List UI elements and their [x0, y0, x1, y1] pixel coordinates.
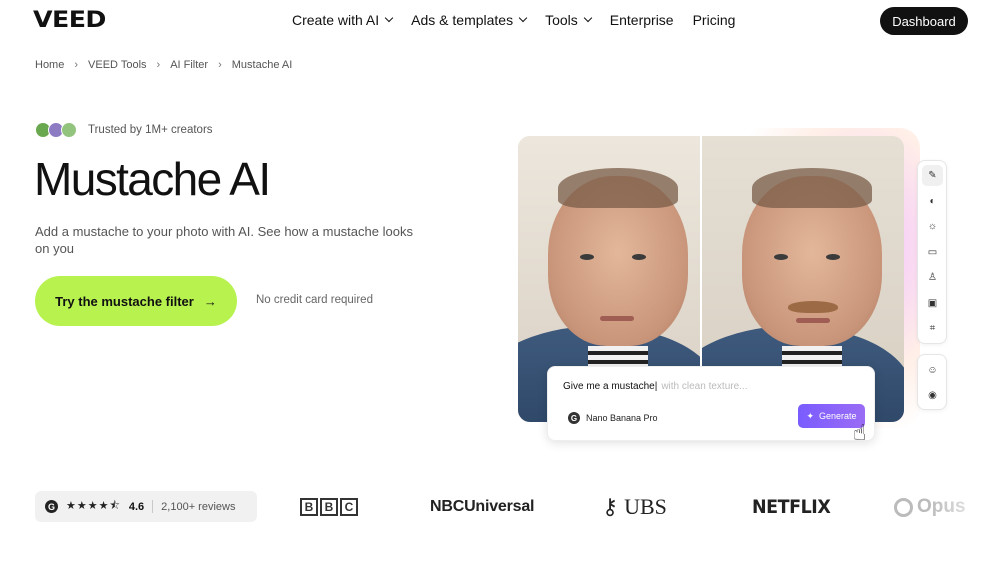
edit-toolbar: ✎ ◐ ☼ ▭ ♙ ▣ ⌗: [917, 160, 947, 344]
rating-badge[interactable]: G ★★★★⯪ 4.6 2,100+ reviews: [35, 491, 257, 522]
trust-row: Trusted by 1M+ creators: [35, 122, 213, 138]
bbc-letter-c: C: [340, 498, 358, 516]
chevron-right-icon: ›: [218, 59, 222, 71]
nav-pricing[interactable]: Pricing: [693, 12, 736, 28]
brush-icon[interactable]: ✎: [922, 165, 943, 186]
nav-ads-templates-label: Ads & templates: [411, 12, 514, 28]
review-count: 2,100+ reviews: [161, 500, 236, 513]
breadcrumb-ai-filter[interactable]: AI Filter: [170, 59, 208, 71]
hair-shape: [558, 168, 678, 208]
chevron-down-icon: [384, 13, 394, 23]
prompt-box: Give me a mustache| with clean texture...…: [547, 366, 875, 441]
no-credit-card-note: No credit card required: [256, 294, 373, 306]
crop-icon[interactable]: ⌗: [925, 321, 940, 336]
model-name: Nano Banana Pro: [586, 413, 658, 423]
bbc-letter-b1: B: [300, 498, 318, 516]
nav-pricing-label: Pricing: [692, 12, 736, 28]
sparkle-icon: ✦: [806, 410, 814, 421]
face-effects-icon[interactable]: ☺: [925, 363, 940, 378]
sun-icon[interactable]: ☼: [925, 219, 940, 234]
breadcrumb-current: Mustache AI: [231, 59, 293, 71]
nav-create-with-ai-label: Create with AI: [292, 12, 380, 28]
rating-score: 4.6: [128, 500, 145, 513]
mouth-shape: [600, 316, 634, 321]
try-mustache-filter-button[interactable]: Try the mustache filter →: [35, 276, 237, 326]
hand-cursor-icon: ☝: [853, 420, 867, 445]
top-nav: VEED Create with AI Ads & templates Tool…: [0, 0, 1000, 42]
google-icon: G: [568, 412, 580, 424]
trust-text: Trusted by 1M+ creators: [88, 124, 213, 136]
cta-label: Try the mustache filter: [55, 293, 194, 309]
chevron-down-icon: [518, 13, 528, 23]
breadcrumb: Home › VEED Tools › AI Filter › Mustache…: [35, 59, 292, 71]
eye-shape: [632, 254, 646, 260]
layers-icon[interactable]: ▣: [925, 296, 940, 311]
nav-tools-label: Tools: [545, 12, 578, 28]
netflix-logo: NETFLIX: [752, 496, 831, 518]
eye-shape: [580, 254, 594, 260]
person-icon[interactable]: ♙: [925, 270, 940, 285]
text-caret: |: [654, 381, 658, 392]
model-selector[interactable]: G Nano Banana Pro: [568, 412, 658, 424]
prompt-text: Give me a mustache: [563, 381, 655, 392]
edit-toolbar-secondary: ☺ ◉: [917, 354, 947, 410]
chevron-right-icon: ›: [156, 59, 161, 71]
nav-tools[interactable]: Tools: [545, 12, 593, 28]
page-title: Mustache AI: [34, 153, 271, 205]
nav-create-with-ai[interactable]: Create with AI: [292, 12, 394, 28]
arrow-right-icon: →: [203, 293, 217, 309]
palette-icon[interactable]: ◐: [925, 194, 940, 209]
veed-logo[interactable]: VEED: [33, 8, 106, 33]
user-circle-icon[interactable]: ◉: [925, 388, 940, 403]
prompt-placeholder: with clean texture...: [661, 381, 748, 392]
ubs-keys-icon: ⚷: [602, 494, 619, 519]
dashboard-button[interactable]: Dashboard: [880, 7, 968, 35]
chevron-right-icon: ›: [74, 59, 79, 71]
hair-shape: [752, 168, 872, 208]
opus-icon: [894, 497, 913, 517]
creator-avatars: [35, 122, 77, 138]
video-icon[interactable]: ▭: [925, 245, 940, 260]
chevron-down-icon: [583, 13, 593, 23]
mustache-shape: [788, 301, 838, 313]
eye-shape: [826, 254, 840, 260]
nbcuniversal-logo: NBCUniversal: [430, 498, 535, 515]
nav-enterprise-label: Enterprise: [609, 12, 674, 28]
star-rating-icon: ★★★★⯪: [66, 500, 121, 512]
generate-label: Generate: [819, 411, 857, 421]
prompt-input[interactable]: Give me a mustache| with clean texture...: [563, 381, 747, 392]
nav-ads-templates[interactable]: Ads & templates: [411, 12, 528, 28]
mouth-shape: [796, 318, 830, 323]
eye-shape: [774, 254, 788, 260]
breadcrumb-home[interactable]: Home: [35, 59, 64, 71]
ubs-wordmark: UBS: [624, 494, 667, 519]
divider: [152, 500, 154, 513]
nav-links: Create with AI Ads & templates Tools Ent…: [292, 12, 754, 28]
logo-fade: [930, 486, 1000, 526]
bbc-letter-b2: B: [320, 498, 338, 516]
bbc-logo: B B C: [300, 498, 358, 516]
ubs-logo: ⚷ UBS: [602, 494, 667, 520]
page-subtitle: Add a mustache to your photo with AI. Se…: [35, 224, 413, 256]
breadcrumb-veed-tools[interactable]: VEED Tools: [88, 59, 147, 71]
g2-icon: G: [45, 500, 58, 513]
nav-enterprise[interactable]: Enterprise: [610, 12, 674, 28]
avatar: [61, 122, 77, 138]
